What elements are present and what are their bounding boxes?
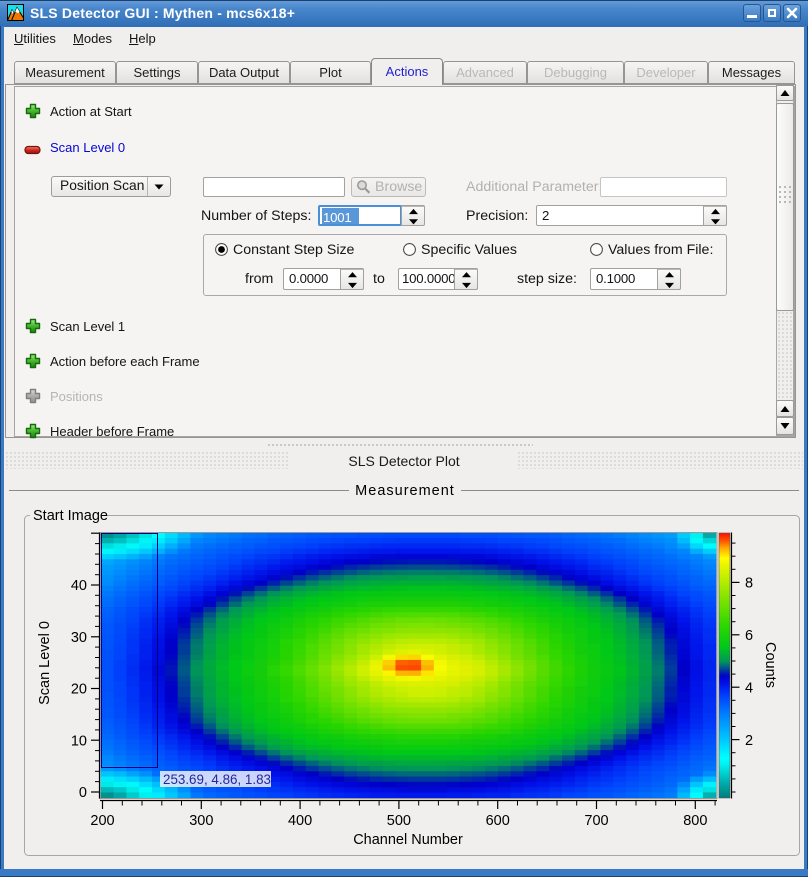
svg-text:Channel Number: Channel Number xyxy=(353,832,463,848)
svg-text:4: 4 xyxy=(745,680,753,696)
svg-text:2: 2 xyxy=(745,733,753,749)
svg-text:Start Image: Start Image xyxy=(33,508,108,524)
svg-text:30: 30 xyxy=(71,630,87,646)
svg-text:0: 0 xyxy=(79,785,87,801)
svg-text:800: 800 xyxy=(683,813,707,829)
svg-text:600: 600 xyxy=(486,813,510,829)
svg-text:8: 8 xyxy=(745,576,753,592)
svg-text:10: 10 xyxy=(71,733,87,749)
svg-text:Scan Level 0: Scan Level 0 xyxy=(37,621,53,705)
svg-text:500: 500 xyxy=(387,813,411,829)
svg-text:6: 6 xyxy=(745,628,753,644)
svg-text:40: 40 xyxy=(71,578,87,594)
svg-text:20: 20 xyxy=(71,682,87,698)
svg-text:200: 200 xyxy=(90,813,114,829)
svg-text:400: 400 xyxy=(288,813,312,829)
svg-text:253.69, 4.86, 1.83: 253.69, 4.86, 1.83 xyxy=(163,772,271,787)
svg-text:700: 700 xyxy=(584,813,608,829)
svg-text:Measurement: Measurement xyxy=(355,483,455,499)
svg-text:Counts: Counts xyxy=(762,642,778,688)
svg-text:300: 300 xyxy=(189,813,213,829)
